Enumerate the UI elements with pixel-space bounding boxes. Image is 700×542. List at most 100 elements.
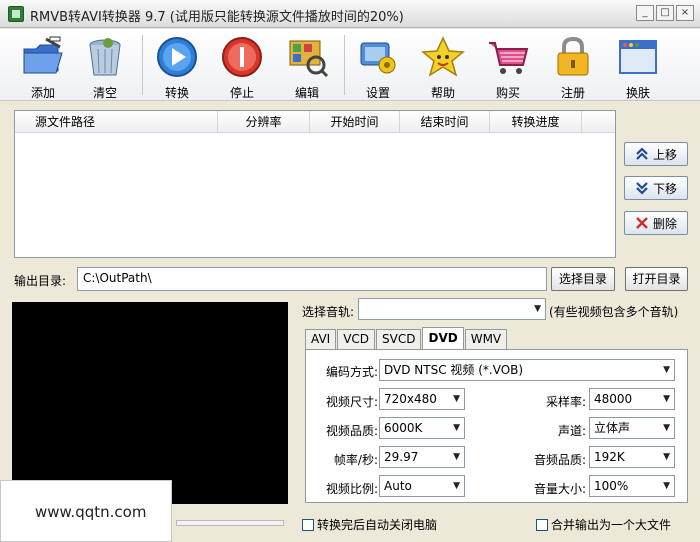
settings-label: 设置: [365, 86, 390, 100]
folder-add-icon: [23, 36, 63, 74]
audio-track-label: 选择音轨:: [302, 305, 355, 319]
output-dir-input[interactable]: C:\OutPath\: [77, 267, 547, 291]
edit-label: 编辑: [294, 86, 319, 100]
window-title: RMVB转AVI转换器 9.7 (试用版只能转换源文件播放时间的20%): [30, 10, 404, 25]
dropdown-arrow-icon: ▼: [453, 394, 460, 404]
video-preview: [12, 302, 288, 504]
preview-progress-bar[interactable]: [176, 520, 284, 526]
frame-rate-select[interactable]: 29.97 ▼: [379, 446, 465, 468]
dropdown-arrow-icon: ▼: [663, 394, 670, 404]
settings-button[interactable]: 设置: [347, 32, 409, 100]
register-button[interactable]: 注册: [542, 32, 604, 100]
settings-icon: [360, 42, 396, 74]
stop-button[interactable]: 停止: [211, 32, 273, 100]
help-button[interactable]: 帮助: [412, 32, 474, 100]
move-up-label: 上移: [652, 147, 677, 162]
audio-track-select[interactable]: ▼: [358, 298, 546, 320]
double-down-icon: [636, 182, 648, 195]
open-dir-button[interactable]: 打开目录: [625, 267, 688, 291]
video-size-select[interactable]: 720x480 ▼: [379, 388, 465, 410]
video-size-value: 720x480: [384, 392, 437, 406]
aspect-ratio-value: Auto: [384, 479, 412, 493]
channels-select[interactable]: 立体声 ▼: [589, 417, 675, 439]
frame-rate-value: 29.97: [384, 450, 419, 464]
video-size-label: 视频尺寸:: [325, 395, 378, 409]
shutdown-label: 转换完后自动关闭电脑: [317, 518, 438, 532]
register-label: 注册: [560, 86, 585, 100]
audio-quality-select[interactable]: 192K ▼: [589, 446, 675, 468]
shutdown-checkbox[interactable]: [302, 518, 314, 531]
audio-quality-label: 音频品质:: [533, 453, 586, 467]
window-controls: _ □ ×: [636, 5, 694, 21]
close-button[interactable]: ×: [676, 5, 694, 21]
choose-dir-button[interactable]: 选择目录: [551, 267, 615, 291]
help-label: 帮助: [430, 86, 455, 100]
move-down-label: 下移: [652, 181, 677, 196]
window-icon: [619, 40, 657, 74]
file-list[interactable]: 源文件路径 分辨率 开始时间 结束时间 转换进度: [14, 110, 616, 258]
column-header-end[interactable]: 结束时间: [400, 111, 490, 133]
codec-label: 编码方式:: [325, 365, 378, 379]
video-quality-select[interactable]: 6000K ▼: [379, 417, 465, 439]
clear-label: 清空: [92, 86, 117, 100]
volume-label: 音量大小:: [533, 482, 586, 496]
toolbar: 添加 清空 转换 停止 编辑 设置 帮助 购买 注册 换肤: [0, 29, 700, 101]
buy-label: 购买: [495, 86, 520, 100]
dropdown-arrow-icon: ▼: [453, 423, 460, 433]
dropdown-arrow-icon: ▼: [663, 452, 670, 462]
merge-option[interactable]: 合并输出为一个大文件: [536, 516, 671, 533]
aspect-ratio-select[interactable]: Auto ▼: [379, 475, 465, 497]
dropdown-arrow-icon: ▼: [663, 481, 670, 491]
frame-rate-label: 帧率/秒:: [333, 453, 378, 467]
convert-button[interactable]: 转换: [146, 32, 208, 100]
merge-label: 合并输出为一个大文件: [551, 518, 672, 532]
merge-checkbox[interactable]: [536, 518, 548, 531]
shutdown-option[interactable]: 转换完后自动关闭电脑: [302, 516, 437, 533]
volume-select[interactable]: 100% ▼: [589, 475, 675, 497]
move-up-button[interactable]: 上移: [624, 142, 688, 166]
lock-icon: [557, 36, 589, 76]
dropdown-arrow-icon: ▼: [663, 423, 670, 433]
maximize-button[interactable]: □: [656, 5, 674, 21]
toolbar-separator: [142, 35, 143, 95]
toolbar-separator: [344, 35, 345, 95]
edit-button[interactable]: 编辑: [276, 32, 338, 100]
clear-button[interactable]: 清空: [74, 32, 136, 100]
trash-icon: [89, 38, 121, 76]
add-button[interactable]: 添加: [12, 32, 74, 100]
tab-vcd[interactable]: VCD: [337, 329, 376, 349]
column-header-start[interactable]: 开始时间: [310, 111, 400, 133]
sample-rate-value: 48000: [594, 392, 633, 406]
sample-rate-select[interactable]: 48000 ▼: [589, 388, 675, 410]
video-quality-label: 视频品质:: [325, 424, 378, 438]
audio-track-hint: (有些视频包含多个音轨): [549, 305, 679, 319]
star-icon: [421, 36, 465, 77]
dropdown-arrow-icon: ▼: [534, 304, 541, 314]
minimize-button[interactable]: _: [636, 5, 654, 21]
buy-button[interactable]: 购买: [477, 32, 539, 100]
app-icon: [8, 6, 24, 22]
stop-label: 停止: [229, 86, 254, 100]
tab-avi[interactable]: AVI: [305, 329, 337, 349]
video-quality-value: 6000K: [384, 421, 423, 435]
column-header-progress[interactable]: 转换进度: [490, 111, 582, 133]
tab-dvd[interactable]: DVD: [422, 327, 464, 349]
move-down-button[interactable]: 下移: [624, 176, 688, 200]
column-header-source[interactable]: 源文件路径: [15, 111, 218, 133]
skin-button[interactable]: 换肤: [607, 32, 669, 100]
channels-value: 立体声: [594, 421, 631, 435]
aspect-ratio-label: 视频比例:: [325, 482, 378, 496]
delete-x-icon: [636, 217, 648, 229]
delete-button[interactable]: 删除: [624, 211, 688, 235]
title-bar: RMVB转AVI转换器 9.7 (试用版只能转换源文件播放时间的20%) _ □…: [0, 0, 700, 28]
output-dir-label: 输出目录:: [14, 274, 67, 288]
audio-quality-value: 192K: [594, 450, 625, 464]
file-list-header: 源文件路径 分辨率 开始时间 结束时间 转换进度: [15, 111, 615, 133]
codec-select[interactable]: DVD NTSC 视频 (*.VOB) ▼: [379, 359, 675, 381]
edit-icon: [289, 40, 329, 78]
play-icon: [157, 37, 197, 77]
tab-wmv[interactable]: WMV: [464, 329, 508, 349]
column-header-resolution[interactable]: 分辨率: [218, 111, 310, 133]
tab-svcd[interactable]: SVCD: [376, 329, 422, 349]
dropdown-arrow-icon: ▼: [453, 481, 460, 491]
